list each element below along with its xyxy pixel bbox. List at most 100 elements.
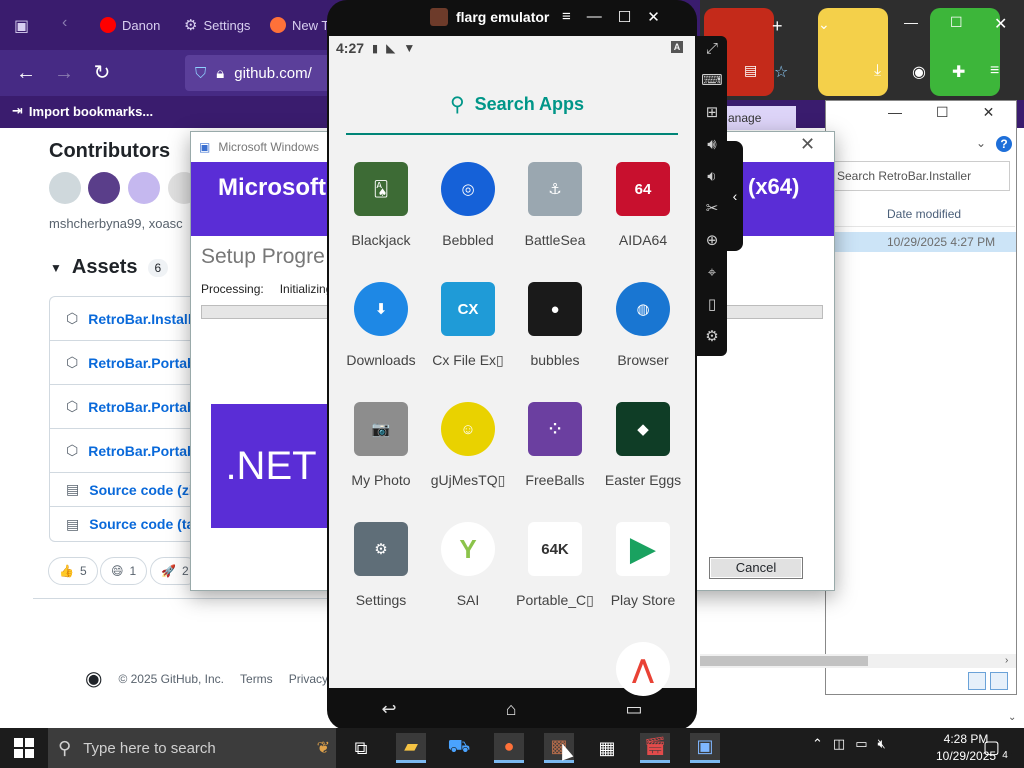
app-tile[interactable]: ☺ gUjMesTQ▯ xyxy=(423,402,513,489)
import-bookmarks-button[interactable]: ⇥ Import bookmarks... xyxy=(12,103,153,119)
footer-terms-link[interactable]: Terms xyxy=(240,672,273,686)
file-explorer-icon[interactable]: ▰ xyxy=(396,733,426,763)
url-bar[interactable]: ⛉ 🔒︎ github.com/ xyxy=(185,55,335,91)
app-tile[interactable]: ▶ Play Store xyxy=(598,522,688,608)
menu-icon[interactable]: ≡ xyxy=(562,8,571,26)
reaction-laugh-button[interactable]: 😄 1 xyxy=(100,557,148,585)
app-tile[interactable]: CX Cx File Ex▯ xyxy=(423,282,513,369)
large-icons-view-icon[interactable] xyxy=(990,672,1008,690)
app-tile[interactable]: ⚙ Settings xyxy=(336,522,426,608)
scrollbar-thumb[interactable] xyxy=(700,656,868,666)
tab-settings[interactable]: ⚙ Settings xyxy=(176,8,258,42)
bookmark-star-icon[interactable]: ☆ xyxy=(774,62,788,82)
location-icon[interactable]: ⌖ xyxy=(701,264,723,282)
clapper-icon[interactable]: 🎬︎ xyxy=(640,733,670,763)
scroll-down-icon[interactable]: ⌄ xyxy=(1008,712,1016,723)
tab-youtube[interactable]: Danon xyxy=(92,8,168,42)
volume-up-icon[interactable]: 🔊︎ xyxy=(701,136,723,154)
maximize-icon[interactable]: ☐ xyxy=(936,104,949,121)
app-tile[interactable]: 📷 My Photo xyxy=(336,402,426,488)
assets-heading[interactable]: ▼ Assets 6 xyxy=(50,256,169,279)
close-icon[interactable]: ✕ xyxy=(983,104,995,121)
github-logo-icon[interactable]: ◉ xyxy=(85,666,102,691)
shake-icon[interactable]: ▯ xyxy=(701,296,723,314)
search-apps-field[interactable]: ⚲ Search Apps xyxy=(450,92,584,117)
asset-link[interactable]: Source code (zip xyxy=(89,482,201,498)
app-tile[interactable]: ◆ Easter Eggs xyxy=(598,402,688,488)
calculator-icon[interactable]: ▦ xyxy=(592,733,622,763)
app-tile[interactable]: 64 AIDA64 xyxy=(598,162,688,248)
avatar[interactable] xyxy=(88,172,120,204)
cancel-button[interactable]: Cancel xyxy=(709,557,803,579)
scroll-right-icon[interactable]: › xyxy=(1005,655,1008,666)
app-tile[interactable]: ⁘ FreeBalls xyxy=(510,402,600,488)
recents-nav-icon[interactable]: ▭ xyxy=(625,699,642,720)
minimize-icon[interactable]: — xyxy=(587,8,602,26)
account-icon[interactable]: ◉ xyxy=(912,62,926,82)
asset-row[interactable]: ⬡ RetroBar.Installe xyxy=(50,297,210,341)
back-nav-icon[interactable]: ↩ xyxy=(382,699,397,720)
asset-link[interactable]: RetroBar.Portab xyxy=(88,355,195,371)
windows-start-icon[interactable] xyxy=(14,738,34,758)
explorer-search-input[interactable]: Search RetroBar.Installer xyxy=(830,161,1010,191)
download-icon[interactable]: ⤓ xyxy=(874,62,881,80)
asset-link[interactable]: RetroBar.Installe xyxy=(88,311,199,327)
avatar[interactable] xyxy=(49,172,81,204)
close-icon[interactable]: ✕ xyxy=(647,8,660,26)
tab-scroll-left-icon[interactable]: ‹ xyxy=(62,14,67,32)
reaction-thumbs-up-button[interactable]: 👍 5 xyxy=(48,557,98,585)
app-tile[interactable]: ◎ Bebbled xyxy=(423,162,513,248)
column-header-date-modified[interactable]: Date modified xyxy=(835,201,1015,227)
asset-row[interactable]: ⬡ RetroBar.Portab xyxy=(50,385,210,429)
home-nav-icon[interactable]: ⌂ xyxy=(506,699,517,720)
close-icon[interactable]: ✕ xyxy=(800,134,815,155)
app-tile[interactable]: ⋀ xyxy=(598,642,688,696)
scissors-icon[interactable]: ✂ xyxy=(701,200,723,218)
maximize-icon[interactable]: ☐ xyxy=(950,14,963,31)
new-tab-icon[interactable]: + xyxy=(772,16,783,37)
reader-view-icon[interactable]: ▤ xyxy=(744,62,757,79)
asset-link[interactable]: RetroBar.Portab xyxy=(88,399,195,415)
app-tile[interactable]: ◍ Browser xyxy=(598,282,688,368)
volume-muted-icon[interactable]: 🔇︎ xyxy=(878,736,886,752)
volume-down-icon[interactable]: 🔉︎ xyxy=(701,168,723,186)
app-tile[interactable]: ⚓ BattleSea xyxy=(510,162,600,248)
file-row[interactable]: 10/29/2025 4:27 PM xyxy=(835,232,1016,252)
footer-privacy-link[interactable]: Privacy xyxy=(289,672,328,686)
network-icon[interactable]: ▭ xyxy=(855,736,867,752)
app-tile[interactable]: Y SAI xyxy=(423,522,513,608)
firefox-icon[interactable]: ● xyxy=(494,733,524,763)
asset-row[interactable]: ⬡ RetroBar.Portab xyxy=(50,341,210,385)
avatar[interactable] xyxy=(128,172,160,204)
settings-icon[interactable]: ⚙ xyxy=(701,328,723,346)
asset-row[interactable]: ▤ Source code (zip xyxy=(50,473,210,507)
chevron-up-icon[interactable]: ⌃ xyxy=(812,736,823,752)
installer-icon[interactable]: ▣ xyxy=(690,733,720,763)
keyboard-icon[interactable]: ⌨ xyxy=(701,72,723,90)
store-icon[interactable]: ⛟ xyxy=(444,733,474,763)
reload-icon[interactable]: ↻ xyxy=(88,60,116,88)
firefox-view-icon[interactable]: ▣ xyxy=(14,16,29,36)
forward-icon[interactable]: → xyxy=(50,60,78,88)
back-icon[interactable]: ← xyxy=(12,60,40,88)
asset-row[interactable]: ⬡ RetroBar.Portab xyxy=(50,429,210,473)
task-view-icon[interactable]: ⧉ xyxy=(346,733,376,763)
minimize-icon[interactable]: — xyxy=(888,104,902,121)
app-tile[interactable]: ⬇ Downloads xyxy=(336,282,426,368)
tab-list-icon[interactable]: ⌄ xyxy=(818,16,830,33)
minimize-icon[interactable]: — xyxy=(904,14,918,30)
camera-tray-icon[interactable]: ◫ xyxy=(833,736,845,752)
fullscreen-icon[interactable]: ⤢ xyxy=(701,40,723,58)
app-tile[interactable]: 64K Portable_C▯ xyxy=(510,522,600,609)
chevron-down-icon[interactable]: ⌄ xyxy=(976,136,986,150)
asset-link[interactable]: Source code (ta xyxy=(89,516,194,532)
add-icon[interactable]: ⊕ xyxy=(701,232,723,250)
app-tile[interactable]: ● bubbles xyxy=(510,282,600,368)
extensions-icon[interactable]: ✚ xyxy=(952,62,965,82)
collapse-toolbar-icon[interactable]: ‹ xyxy=(727,141,743,251)
install-apk-icon[interactable]: ⊞ xyxy=(701,104,723,122)
details-view-icon[interactable] xyxy=(968,672,986,690)
menu-icon[interactable]: ≡ xyxy=(990,62,999,80)
asset-link[interactable]: RetroBar.Portab xyxy=(88,443,195,459)
help-icon[interactable]: ? xyxy=(996,136,1012,152)
